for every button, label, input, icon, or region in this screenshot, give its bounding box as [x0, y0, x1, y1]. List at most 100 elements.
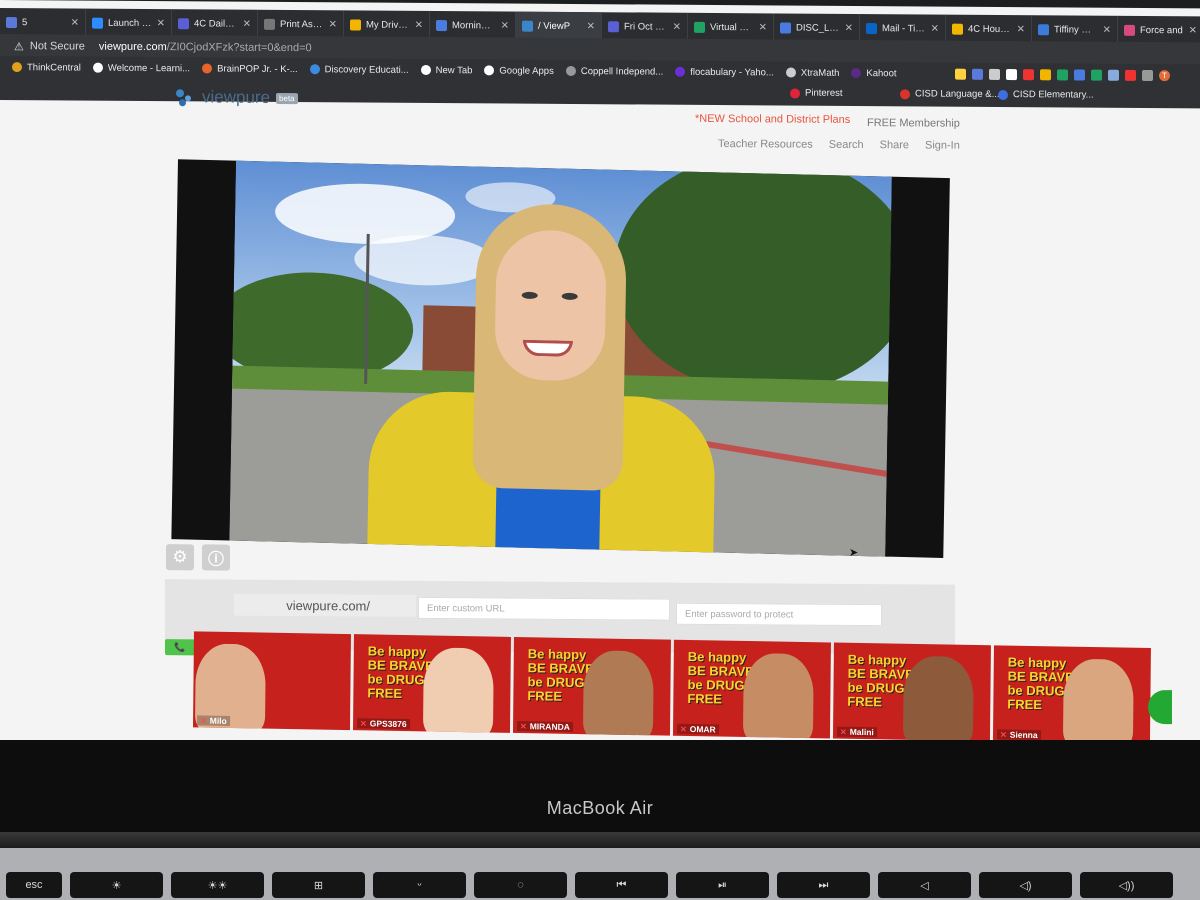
browser-tab[interactable]: 4C Houdek ✕: [946, 14, 1032, 44]
browser-tab[interactable]: 4C Daily Ch ✕: [172, 9, 258, 38]
bookmark-item[interactable]: XtraMath: [785, 63, 839, 81]
bookmark-item[interactable]: Pinterest: [790, 88, 843, 99]
tab-label: Print Asses: [280, 18, 324, 30]
participant-tile[interactable]: Be happy BE BRAVE be DRUG FREE ✕ Malini: [832, 642, 991, 742]
nav-sign-in[interactable]: Sign-In: [925, 139, 960, 151]
extension-icon[interactable]: [1125, 69, 1136, 81]
bookmark-item[interactable]: CISD Elementary...: [998, 89, 1094, 101]
video-player[interactable]: [171, 159, 950, 559]
extension-icon[interactable]: [1091, 69, 1102, 81]
participant-tile[interactable]: Be happy BE BRAVE be DRUG FREE ✕ OMAR: [672, 639, 831, 739]
participant-tile[interactable]: Be happy BE BRAVE be DRUG FREE ✕ Sienna: [992, 645, 1151, 745]
close-icon[interactable]: ✕: [243, 18, 251, 29]
close-icon[interactable]: ✕: [501, 20, 509, 31]
school-plans-link[interactable]: *NEW School and District Plans: [695, 113, 850, 126]
url-text[interactable]: viewpure.com/ZI0CjodXFzk?start=0&end=0: [99, 41, 312, 54]
extension-icon[interactable]: [1006, 69, 1017, 81]
nav-teacher-resources[interactable]: Teacher Resources: [718, 138, 813, 151]
tab-label: Fri Oct 30th: [624, 20, 668, 33]
bookmark-item[interactable]: CISD Language &...: [900, 88, 1000, 100]
bookmark-item[interactable]: Discovery Educati...: [309, 60, 409, 79]
bookmark-item[interactable]: ThinkCentral: [12, 58, 81, 76]
nav-share[interactable]: Share: [880, 139, 909, 151]
participant-tile[interactable]: Be happy BE BRAVE be DRUG FREE ✕ MIRANDA: [512, 636, 671, 736]
bookmark-icon: [785, 67, 796, 78]
info-icon[interactable]: ⓘ: [202, 544, 230, 571]
extension-icon[interactable]: [1108, 69, 1119, 81]
bookmark-item[interactable]: flocabulary - Yaho...: [675, 63, 774, 82]
extension-icon[interactable]: [1074, 69, 1085, 81]
profile-avatar[interactable]: T: [1159, 70, 1170, 82]
bookmark-label: Pinterest: [805, 87, 843, 99]
puzzle-icon[interactable]: [1142, 69, 1153, 82]
free-membership-link[interactable]: FREE Membership: [867, 117, 960, 130]
close-icon[interactable]: ✕: [1103, 24, 1111, 35]
close-icon[interactable]: ✕: [329, 19, 337, 30]
close-icon[interactable]: ✕: [759, 22, 767, 33]
browser-tab[interactable]: My Drive - ( ✕: [344, 10, 430, 40]
close-icon[interactable]: ✕: [71, 17, 79, 28]
browser-tab[interactable]: / ViewP ✕: [516, 11, 602, 41]
extension-icon[interactable]: [989, 68, 1000, 80]
close-icon[interactable]: ✕: [931, 23, 939, 34]
not-secure-label: Not Secure: [29, 40, 85, 53]
password-input[interactable]: Enter password to protect: [676, 602, 882, 627]
close-icon[interactable]: ✕: [845, 22, 853, 33]
close-icon[interactable]: ✕: [415, 19, 423, 30]
extension-icon[interactable]: [1040, 69, 1051, 81]
viewpure-logo[interactable]: viewpure beta: [176, 87, 298, 108]
laptop-brand: MacBook Air: [546, 798, 654, 818]
close-icon[interactable]: ✕: [157, 18, 165, 29]
extension-icon[interactable]: [1023, 69, 1034, 81]
close-icon[interactable]: ✕: [1189, 25, 1197, 36]
tab-label: 4C Houdek: [968, 23, 1012, 35]
participant-name: ✕ MIRANDA: [516, 720, 573, 732]
browser-tab[interactable]: Force and ✕: [1118, 15, 1200, 45]
keyboard-key: esc: [6, 872, 62, 898]
participant-name: ✕ OMAR: [676, 723, 719, 735]
bookmark-label: Google Apps: [499, 64, 554, 77]
bookmark-item[interactable]: Kahoot: [851, 64, 897, 82]
participant-tile[interactable]: Be happy BE BRAVE be DRUG FREE ✕ GPS3876: [352, 634, 511, 733]
browser-tab[interactable]: DISC_Lang ✕: [774, 13, 860, 43]
extension-icon[interactable]: [1057, 69, 1068, 81]
participant-name: ✕ Malini: [836, 726, 877, 738]
tab-favicon: [866, 22, 877, 34]
close-icon[interactable]: ✕: [673, 21, 681, 32]
gear-icon[interactable]: ⚙: [166, 544, 194, 571]
nav-search[interactable]: Search: [829, 139, 864, 151]
browser-tab[interactable]: Virtual MKE ✕: [688, 12, 774, 42]
bookmark-label: BrainPOP Jr. - K-...: [217, 63, 298, 75]
browser-tab[interactable]: Mail - Tiffin ✕: [860, 14, 946, 43]
bookmark-label: flocabulary - Yaho...: [690, 66, 774, 78]
bookmark-icon: [484, 65, 495, 76]
browser-tab[interactable]: Tiffiny Hou ✕: [1032, 15, 1118, 44]
extension-icon[interactable]: [972, 68, 983, 80]
tab-label: DISC_Lang: [796, 22, 840, 34]
bookmark-item[interactable]: Welcome - Learni...: [92, 59, 190, 78]
close-icon[interactable]: ✕: [1017, 24, 1025, 35]
browser-tab[interactable]: Print Asses ✕: [258, 9, 344, 39]
logo-dots-icon: [176, 87, 196, 107]
participant-tile[interactable]: ✕ Milo: [192, 631, 351, 731]
browser-tab[interactable]: 5 ✕: [0, 8, 86, 37]
mouse-cursor-icon: ➤: [849, 546, 859, 559]
call-icon[interactable]: 📞: [165, 639, 195, 656]
bookmark-label: CISD Language &...: [915, 88, 1000, 100]
keyboard-key: ⏮: [575, 872, 668, 898]
bookmark-item[interactable]: Coppell Independ...: [565, 62, 663, 81]
star-icon[interactable]: [955, 68, 966, 80]
tab-label: Virtual MKE: [710, 21, 754, 33]
custom-url-input[interactable]: Enter custom URL: [418, 596, 670, 621]
browser-tab[interactable]: Morning An ✕: [430, 11, 516, 40]
browser-tab[interactable]: Fri Oct 30th ✕: [602, 12, 688, 41]
tab-label: / ViewP: [538, 20, 571, 32]
browser-tab[interactable]: Launch Me ✕: [86, 8, 172, 38]
url-prefix: viewpure.com/: [234, 593, 416, 617]
bookmark-item[interactable]: New Tab: [420, 61, 472, 79]
close-icon[interactable]: ✕: [587, 21, 595, 32]
bookmark-item[interactable]: Google Apps: [484, 61, 554, 79]
tab-label: My Drive - (: [366, 19, 410, 31]
bookmark-item[interactable]: BrainPOP Jr. - K-...: [202, 59, 298, 78]
tab-favicon: [264, 18, 275, 30]
